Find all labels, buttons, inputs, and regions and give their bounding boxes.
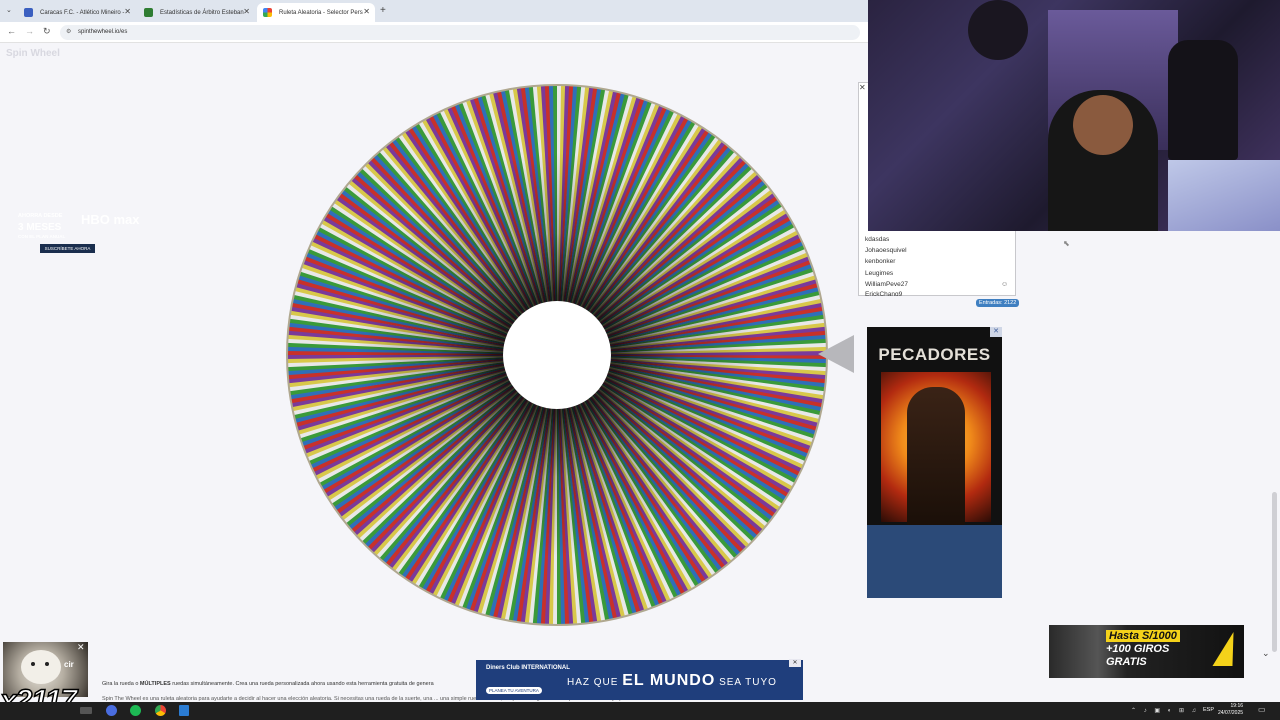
- taskbar-app-icon[interactable]: [80, 707, 92, 714]
- ad-subscribe-button[interactable]: SUSCRÍBETE AHORA: [40, 244, 95, 253]
- tab-estadisticas[interactable]: Estadísticas de Árbitro Esteban ✕: [138, 3, 255, 22]
- tab-caracas[interactable]: Caracas F.C. - Atlético Mineiro - ✕: [18, 3, 136, 22]
- streamer-face: [1073, 95, 1133, 155]
- casino-line3: GRATIS: [1106, 656, 1147, 668]
- close-tab-icon[interactable]: ✕: [243, 7, 250, 16]
- page-scrollbar[interactable]: [1272, 492, 1277, 652]
- notepad-taskbar-icon[interactable]: [179, 705, 189, 716]
- clock-time: 19:16: [1230, 703, 1244, 709]
- entry-item[interactable]: ErickChang9: [865, 291, 902, 296]
- casino-line2: +100 GIROS: [1106, 643, 1170, 655]
- taskbar-clock[interactable]: 19:16 24/07/2025: [1218, 703, 1243, 717]
- clock-date: 24/07/2025: [1218, 710, 1244, 716]
- diners-logo: Diners Club INTERNATIONAL: [486, 665, 570, 671]
- ad-close-icon[interactable]: ✕: [990, 327, 1002, 337]
- reload-icon[interactable]: ↻: [43, 26, 51, 37]
- slogan-post: SEA TUYO: [719, 677, 777, 688]
- casino-offer-text: Hasta S/1000 +100 GIROS GRATIS: [1106, 630, 1180, 669]
- mouse-cursor-icon: ⬉: [1063, 239, 1070, 248]
- system-tray[interactable]: ⌃ ♪ ▣ ◐ ⊞ ♫: [1131, 707, 1199, 714]
- language-indicator[interactable]: ESP: [1203, 707, 1214, 713]
- cat-eye: [31, 662, 35, 666]
- close-tab-icon[interactable]: ✕: [124, 7, 131, 16]
- site-logo[interactable]: Spin Wheel: [6, 48, 60, 59]
- close-icon[interactable]: ✕: [859, 83, 866, 92]
- forward-arrow-icon[interactable]: →: [25, 26, 34, 36]
- wall-decoration: [968, 0, 1028, 60]
- browser-tab-bar: ⌄ Caracas F.C. - Atlético Mineiro - ✕ Es…: [0, 0, 868, 22]
- tab-title: Caracas F.C. - Atlético Mineiro -: [40, 9, 125, 16]
- entry-item[interactable]: Johaoesquivel: [865, 247, 907, 254]
- tab-list-chevron-icon[interactable]: ⌄: [6, 6, 12, 14]
- page-description: Gira la rueda o MÚLTIPLES ruedas simultá…: [102, 681, 434, 687]
- ad-pecadores[interactable]: PECADORES: [867, 327, 1002, 598]
- new-tab-button[interactable]: +: [380, 5, 386, 16]
- tab-title: Ruleta Aleatoria - Selector Pers: [279, 9, 363, 16]
- diners-tag: PLANEA TU AVENTURA: [486, 687, 542, 694]
- entry-item[interactable]: Leugimes: [865, 270, 893, 277]
- wheel-pointer-arrow: [818, 335, 854, 373]
- ad-offer-big: 3 MESES: [18, 222, 62, 233]
- desk: [1168, 160, 1280, 231]
- ad-figure: [907, 387, 965, 527]
- spin-wheel[interactable]: [285, 83, 829, 627]
- overlay-label: cir: [64, 660, 74, 669]
- cat-face: [21, 650, 61, 684]
- description-text: Gira la rueda o: [102, 681, 140, 687]
- chevron-down-icon[interactable]: ⌄: [1262, 648, 1270, 659]
- description-text: ruedas simultáneamente. Crea una rueda p…: [170, 681, 434, 687]
- ad-offer-line1: AHORRA DESDE: [18, 213, 63, 219]
- webcam-overlay: [868, 0, 1280, 231]
- ad-close-icon[interactable]: ✕: [789, 659, 801, 667]
- ad-diners-banner[interactable]: Diners Club INTERNATIONAL PLANEA TU AVEN…: [476, 660, 803, 700]
- entry-item[interactable]: kdasdas: [865, 236, 889, 243]
- windows-taskbar: [0, 702, 1280, 720]
- browser-taskbar-icon[interactable]: [106, 705, 117, 716]
- description-bold: MÚLTIPLES: [139, 681, 171, 687]
- slogan-pre: HAZ QUE: [567, 677, 619, 688]
- site-info-icon[interactable]: ⚙: [66, 25, 71, 40]
- entries-count-badge: Entradas: 2122: [976, 299, 1020, 307]
- back-arrow-icon[interactable]: ←: [7, 26, 16, 36]
- cat-eye: [45, 662, 49, 666]
- tab-ruleta[interactable]: Ruleta Aleatoria - Selector Pers ✕: [257, 3, 375, 22]
- entry-item[interactable]: WilliamPeve27: [865, 281, 908, 288]
- url-text: spinthewheel.io/es: [78, 29, 128, 35]
- close-icon: ✕: [77, 642, 85, 652]
- diners-slogan: HAZ QUE EL MUNDO SEA TUYO: [567, 672, 777, 690]
- browser-toolbar: ← → ↻ ⚙ spinthewheel.io/es: [0, 22, 868, 43]
- ad-title: PECADORES: [878, 345, 991, 364]
- close-tab-icon[interactable]: ✕: [363, 7, 370, 16]
- notifications-icon[interactable]: ▭: [1258, 705, 1266, 714]
- gaming-chair: [1168, 40, 1238, 160]
- address-bar[interactable]: ⚙ spinthewheel.io/es: [60, 25, 860, 40]
- casino-line1: Hasta S/1000: [1106, 630, 1180, 642]
- chrome-taskbar-icon[interactable]: [155, 705, 166, 716]
- tab-favicon-icon: [144, 8, 153, 17]
- tab-title: Estadísticas de Árbitro Esteban: [160, 9, 244, 16]
- emoji-icon[interactable]: ☺: [1001, 281, 1008, 288]
- entry-item[interactable]: kenbonker: [865, 258, 895, 265]
- ad-offer-line2: CON EL PLAN ANUAL: [18, 234, 66, 239]
- wheel-hub[interactable]: [503, 301, 611, 409]
- spotify-taskbar-icon[interactable]: [130, 705, 141, 716]
- slogan-bold: EL MUNDO: [622, 672, 716, 689]
- tab-favicon-icon: [24, 8, 33, 17]
- ad-brand-logo: HBO max: [81, 212, 140, 227]
- ad-offer-panel: [867, 525, 1002, 598]
- tab-favicon-icon: [263, 8, 272, 17]
